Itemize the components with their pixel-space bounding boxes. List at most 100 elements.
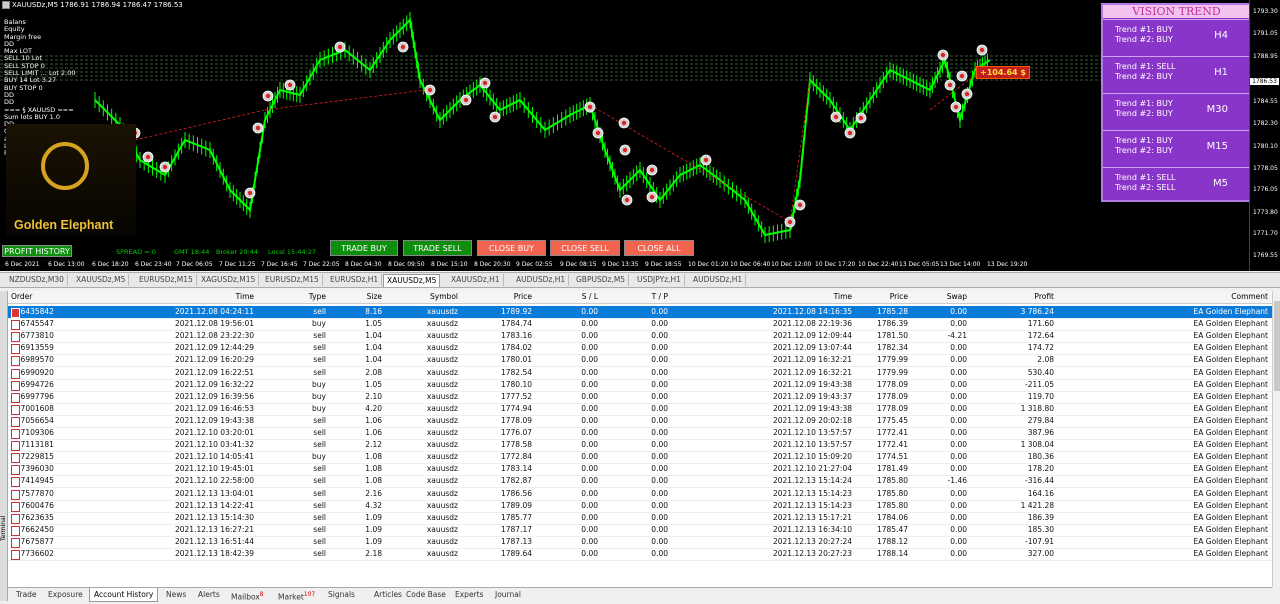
table-row[interactable]: 667396030 2021.12.10 19:45:01 sell 1.08 xauu… [8,463,1272,477]
chart-tab[interactable]: AUDUSDz,H1 [690,274,747,286]
table-cell: 2021.12.08 04:24:11 [174,307,254,316]
table-cell: 1782.34 [876,343,908,353]
close-buy-button[interactable]: CLOSE BUY [477,240,546,256]
chart-tab[interactable]: XAGUSDz,M15 [198,274,260,286]
column-header[interactable]: S / L [548,292,598,301]
terminal-tab[interactable]: Exposure [48,588,83,601]
trade-marker-dot [595,130,601,136]
table-row[interactable]: 667662450 2021.12.13 16:27:21 sell 1.09 xauu… [8,524,1272,537]
table-row[interactable]: 667736602 2021.12.13 18:42:39 sell 2.18 xauu… [8,548,1272,561]
chart-tab[interactable]: EURUSDz,H1 [327,274,383,286]
column-header[interactable]: Type [268,292,326,301]
table-row[interactable]: 667001608 2021.12.09 16:46:53 buy 4.20 xauus… [8,403,1272,416]
table-row[interactable]: 666435842 2021.12.08 04:24:11 sell 8.16 xauu… [8,306,1272,319]
terminal-tab[interactable]: Mailbox8 [231,588,264,602]
terminal-tab[interactable]: Experts [455,588,483,601]
chart-tab[interactable]: XAUUSDz,H1 [448,274,504,286]
spread-status: SPREAD = 0 [116,248,156,256]
table-cell: 2021.12.13 16:51:44 [174,536,254,546]
terminal-tab[interactable]: Trade [16,588,37,601]
chart-tab[interactable]: NZDUSDz,M30 [6,274,68,286]
table-cell: 1786.39 [876,319,908,329]
column-header[interactable]: Price [858,292,908,301]
chart-title-text: XAUUSDz,M5 1786.91 1786.94 1786.47 1786.… [12,1,183,9]
terminal-tab[interactable]: Alerts [198,588,220,601]
trade-marker-dot [787,219,793,225]
column-header[interactable]: Symbol [404,292,458,301]
order-cell: 666989570 [11,355,71,367]
table-row[interactable]: 666989570 2021.12.09 16:20:29 sell 1.04 xauu… [8,354,1272,368]
terminal-tab[interactable]: Signals [328,588,355,601]
table-cell: EA Golden Elephant [1193,512,1269,522]
chart-tab[interactable]: USDJPYz,H1 [634,274,685,286]
table-row[interactable]: 666997796 2021.12.09 16:39:56 buy 2.10 xauus… [8,391,1272,404]
table-row[interactable]: 667675877 2021.12.13 16:51:44 sell 1.09 xauu… [8,536,1272,549]
time-axis[interactable]: 6 Dec 2021 6 Dec 13:00 6 Dec 18:20 6 Dec 23… [0,261,1250,271]
terminal-tab[interactable]: Account History [89,588,159,602]
table-cell: 0.00 [950,512,967,522]
table-cell: 1776.07 [500,428,532,437]
column-header[interactable]: T / P [618,292,668,301]
chart-tab[interactable]: EURUSDz,M15 [136,274,197,286]
column-header[interactable]: Time [158,292,254,301]
terminal-tab[interactable]: Journal [495,588,521,601]
table-cell: 0.00 [581,476,598,486]
table-cell: 1772.41 [876,428,908,437]
chart-tab[interactable]: GBPUSDz,M5 [573,274,630,286]
table-cell: xauusdz [426,391,458,401]
table-row[interactable]: 667109306 2021.12.10 03:20:01 sell 1.06 xauu… [8,427,1272,440]
table-row[interactable]: 667056654 2021.12.09 19:43:38 sell 1.06 xauu… [8,415,1272,428]
order-icon [11,320,20,331]
column-header[interactable]: Price [478,292,532,301]
table-cell: 2021.12.09 16:46:53 [174,403,254,413]
table-row[interactable]: 666990920 2021.12.09 16:22:51 sell 2.08 xauu… [8,367,1272,380]
column-header[interactable]: Swap [923,292,967,301]
table-cell: 279.84 [1027,415,1054,425]
table-row[interactable]: 667414945 2021.12.10 22:58:00 sell 1.08 xauu… [8,475,1272,489]
table-cell: 0.00 [651,307,668,316]
chart-tab[interactable]: AUDUSDz,H1 [513,274,570,286]
terminal-tab[interactable]: Market107 [278,588,315,602]
trade-sell-button[interactable]: TRADE SELL [403,240,472,256]
table-row[interactable]: 666994726 2021.12.09 16:32:22 buy 1.05 xauus… [8,379,1272,392]
chart-tab[interactable]: EURUSDz,M15 [262,274,323,286]
table-scrollbar[interactable] [1272,291,1280,587]
price-chart[interactable]: XAUUSDz,M5 1786.91 1786.94 1786.47 1786.… [0,0,1280,271]
chart-tab[interactable]: XAUUSDz,M5 [73,274,130,286]
price-axis[interactable]: 1793.30 1791.05 1788.95 1786.53 1784.55 1782.… [1249,0,1280,271]
terminal-tab[interactable]: Articles [374,588,402,601]
table-row[interactable]: 666745547 2021.12.08 19:56:01 buy 1.05 xauus… [8,318,1272,332]
table-cell: 0.00 [950,428,967,437]
logo-text: Golden Elephant [14,218,114,232]
table-cell: 0.00 [950,391,967,401]
local-time: Local 15:44:27 [268,248,317,256]
table-cell: 1.08 [365,464,382,474]
table-row[interactable]: 666913559 2021.12.09 12:44:29 sell 1.04 xauu… [8,342,1272,356]
table-row[interactable]: 667623635 2021.12.13 15:14:30 sell 1.09 xauu… [8,512,1272,525]
table-cell: 1785.77 [500,512,532,522]
account-history-table[interactable]: Order Time Type Size Symbol Price S / L T / P Ti… [8,291,1272,587]
table-row[interactable]: 667577870 2021.12.13 13:04:01 sell 2.16 xauu… [8,488,1272,501]
column-header[interactable]: Profit [988,292,1054,301]
table-row[interactable]: 667113181 2021.12.10 03:41:32 sell 2.12 xauu… [8,439,1272,453]
close-sell-button[interactable]: CLOSE SELL [550,240,620,256]
column-header[interactable]: Order [11,292,71,301]
table-row[interactable]: 667600476 2021.12.13 14:22:41 sell 4.32 xauu… [8,500,1272,513]
time-tick-label: 13 Dec 19:20 [987,261,1028,268]
terminal-tab[interactable]: Code Base [406,588,446,601]
info-line: Equity [4,26,25,34]
close-all-button[interactable]: CLOSE ALL [624,240,694,256]
terminal-tab[interactable]: News [166,588,186,601]
table-cell: 0.00 [651,464,668,474]
profit-history-button[interactable]: PROFIT HISTORY [2,245,72,257]
table-row[interactable]: 666773810 2021.12.08 23:22:30 sell 1.04 xauu… [8,330,1272,344]
column-header[interactable]: Comment [1148,292,1268,301]
column-header[interactable]: Time [728,292,852,301]
table-cell: 2021.12.13 20:27:24 [772,536,852,546]
column-header[interactable]: Size [338,292,382,301]
scrollbar-thumb[interactable] [1274,301,1280,391]
chart-tab[interactable]: XAUUSDz,M5 [383,274,441,287]
table-cell: 2021.12.09 12:44:29 [174,343,254,353]
table-row[interactable]: 667229815 2021.12.10 14:05:41 buy 1.08 xauus… [8,451,1272,465]
trade-buy-button[interactable]: TRADE BUY [330,240,398,256]
